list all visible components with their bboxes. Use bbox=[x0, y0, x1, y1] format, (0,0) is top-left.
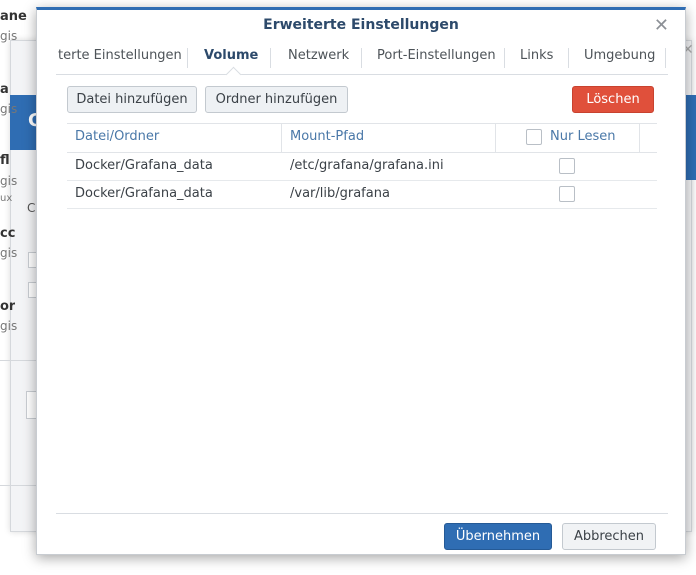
background-text: gis bbox=[0, 174, 18, 188]
tab-environment[interactable]: Umgebung bbox=[584, 44, 655, 74]
cancel-button[interactable]: Abbrechen bbox=[562, 523, 656, 550]
column-header-file-folder[interactable]: Datei/Ordner bbox=[75, 124, 159, 152]
tab-separator bbox=[665, 48, 666, 68]
add-folder-button[interactable]: Ordner hinzufügen bbox=[205, 86, 348, 113]
read-only-checkbox[interactable] bbox=[559, 186, 575, 202]
delete-button[interactable]: Löschen bbox=[572, 86, 654, 113]
close-icon[interactable]: ✕ bbox=[654, 15, 669, 36]
tab-links[interactable]: Links bbox=[520, 44, 553, 74]
column-header-read-only[interactable]: Nur Lesen bbox=[550, 124, 615, 152]
tab-bar: terte Einstellungen Volume Netzwerk Port… bbox=[56, 44, 668, 83]
advanced-settings-dialog: Erweiterte Einstellungen ✕ terte Einstel… bbox=[36, 7, 686, 555]
read-only-checkbox[interactable] bbox=[559, 158, 575, 174]
background-text: ane bbox=[0, 9, 27, 24]
background-text: fl bbox=[0, 153, 10, 168]
cell-file-folder: Docker/Grafana_data bbox=[75, 158, 213, 173]
cell-mount-path: /etc/grafana/grafana.ini bbox=[290, 158, 444, 173]
tab-network[interactable]: Netzwerk bbox=[288, 44, 349, 74]
tab-separator bbox=[361, 48, 362, 68]
tab-separator bbox=[270, 48, 271, 68]
select-all-read-only-checkbox[interactable] bbox=[526, 129, 542, 145]
tab-separator bbox=[504, 48, 505, 68]
column-separator bbox=[281, 124, 282, 152]
cell-mount-path: /var/lib/grafana bbox=[290, 186, 390, 201]
table-header: Datei/Ordner Mount-Pfad Nur Lesen bbox=[67, 123, 657, 153]
tab-separator bbox=[187, 48, 188, 68]
background-divider bbox=[0, 360, 36, 361]
cell-file-folder: Docker/Grafana_data bbox=[75, 186, 213, 201]
background-text: cc bbox=[0, 226, 16, 241]
background-text: a bbox=[0, 82, 9, 97]
tab-general-settings[interactable]: terte Einstellungen bbox=[58, 44, 182, 74]
column-separator bbox=[495, 124, 496, 152]
background-text: gis bbox=[0, 246, 18, 260]
background-text: gis bbox=[0, 29, 18, 43]
background-text: gis bbox=[0, 319, 18, 333]
tab-port-settings[interactable]: Port-Einstellungen bbox=[377, 44, 496, 74]
background-text: or bbox=[0, 299, 16, 314]
background-divider bbox=[0, 485, 36, 486]
footer-divider bbox=[56, 513, 668, 514]
column-separator bbox=[639, 124, 640, 152]
tab-separator bbox=[568, 48, 569, 68]
dialog-title: Erweiterte Einstellungen bbox=[263, 17, 459, 33]
table-row[interactable]: Docker/Grafana_data /etc/grafana/grafana… bbox=[67, 152, 657, 181]
column-header-mount-path[interactable]: Mount-Pfad bbox=[290, 124, 364, 152]
background-text: C bbox=[27, 201, 36, 215]
add-file-button[interactable]: Datei hinzufügen bbox=[67, 86, 197, 113]
table-row[interactable]: Docker/Grafana_data /var/lib/grafana bbox=[67, 180, 657, 209]
background-text: gis bbox=[0, 102, 18, 116]
apply-button[interactable]: Übernehmen bbox=[444, 523, 552, 550]
background-text: ux bbox=[0, 193, 13, 204]
